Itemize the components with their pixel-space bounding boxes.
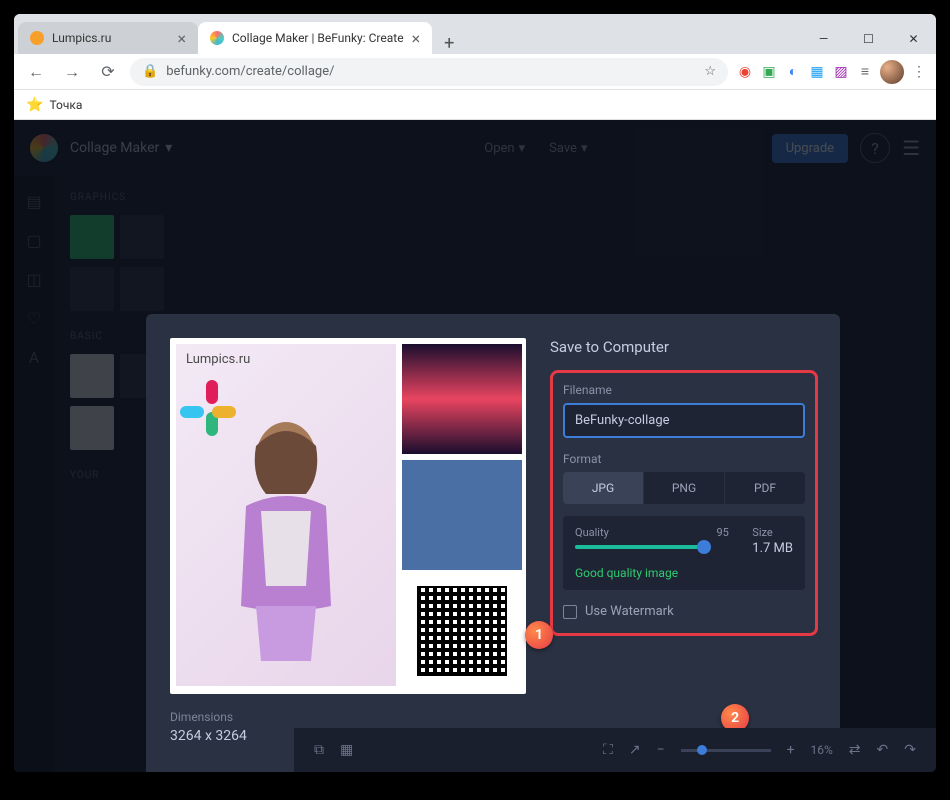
- new-tab-button[interactable]: +: [432, 33, 466, 54]
- preview-main-tile: Lumpics.ru: [176, 344, 396, 686]
- star-icon[interactable]: ☆: [704, 64, 716, 79]
- fit-icon[interactable]: ⛶: [603, 742, 613, 758]
- reload-button[interactable]: ⟳: [94, 58, 122, 86]
- format-label: Format: [563, 452, 805, 466]
- ext-icon-4[interactable]: ▦: [808, 63, 826, 81]
- dimensions-label: Dimensions: [170, 710, 526, 724]
- bookmarks-bar: ⭐ Точка: [14, 90, 936, 120]
- slider-thumb[interactable]: [697, 540, 711, 554]
- preview-watermark: Lumpics.ru: [186, 352, 250, 367]
- modal-title: Save to Computer: [550, 338, 818, 356]
- zoom-slider[interactable]: [681, 749, 771, 752]
- size-label: Size: [752, 526, 793, 539]
- watermark-checkbox-row[interactable]: Use Watermark: [563, 604, 805, 619]
- bottom-toolbar: ⧉ ▦ ⛶ ↗ − + 16% ⇄ ↶ ↷: [294, 728, 936, 772]
- forward-button[interactable]: →: [58, 58, 86, 86]
- grid-icon[interactable]: ▦: [340, 742, 353, 758]
- zoom-in-icon[interactable]: +: [787, 742, 795, 758]
- menu-icon[interactable]: ⋮: [910, 63, 928, 81]
- favicon-lumpics: [30, 31, 44, 45]
- preview-tile-blueprint: [402, 460, 522, 570]
- callout-region-1: Filename Format JPG PNG PDF Qualit: [550, 370, 818, 636]
- browser-titlebar: Lumpics.ru × Collage Maker | BeFunky: Cr…: [14, 14, 936, 54]
- bookmark-label: Точка: [49, 98, 82, 112]
- tab-inactive-title: Lumpics.ru: [52, 31, 111, 45]
- tab-active-title: Collage Maker | BeFunky: Create: [232, 31, 404, 45]
- folder-icon: ⭐: [26, 97, 43, 113]
- zoom-thumb[interactable]: [697, 745, 707, 755]
- layers-icon[interactable]: ⧉: [314, 742, 324, 758]
- close-button[interactable]: ✕: [891, 24, 936, 54]
- preview-tile-qr: [402, 576, 522, 686]
- app-content: Collage Maker ▾ Open ▾ Save ▾ Upgrade ? …: [14, 120, 936, 772]
- window-controls: — ☐ ✕: [801, 24, 936, 54]
- redo-icon[interactable]: ↷: [904, 742, 916, 758]
- preview-tile-city: [402, 344, 522, 454]
- save-modal: Lumpics.ru: [146, 314, 840, 772]
- minimize-button[interactable]: —: [801, 24, 846, 54]
- format-tab-png[interactable]: PNG: [644, 472, 725, 504]
- format-tab-jpg[interactable]: JPG: [563, 472, 644, 504]
- url-text: befunky.com/create/collage/: [166, 64, 334, 79]
- undo-icon[interactable]: ↶: [877, 742, 889, 758]
- ext-icon-5[interactable]: ▨: [832, 63, 850, 81]
- preview-image: Lumpics.ru: [170, 338, 526, 694]
- callout-1: 1: [525, 621, 553, 649]
- quality-value: 95: [716, 526, 728, 539]
- lock-icon: 🔒: [142, 64, 158, 79]
- url-input[interactable]: 🔒 befunky.com/create/collage/ ☆: [130, 58, 728, 86]
- filename-input[interactable]: [563, 403, 805, 438]
- tab-active[interactable]: Collage Maker | BeFunky: Create ×: [198, 22, 432, 54]
- shuffle-icon[interactable]: ⇄: [849, 742, 861, 758]
- ext-icon-3[interactable]: ◐: [784, 63, 802, 81]
- address-bar: ← → ⟳ 🔒 befunky.com/create/collage/ ☆ ◉ …: [14, 54, 936, 90]
- size-value: 1.7 MB: [752, 541, 793, 556]
- form-pane: Save to Computer Filename Format JPG PNG…: [550, 314, 840, 772]
- browser-window: Lumpics.ru × Collage Maker | BeFunky: Cr…: [14, 14, 936, 772]
- ext-icon-2[interactable]: ▣: [760, 63, 778, 81]
- preview-pane: Lumpics.ru: [146, 314, 550, 772]
- zoom-value: 16%: [811, 743, 833, 757]
- quality-slider[interactable]: [575, 545, 705, 549]
- bookmark-item[interactable]: ⭐ Точка: [26, 97, 82, 113]
- tab-close-icon[interactable]: ×: [412, 29, 421, 48]
- quality-box: Quality 95 Size 1.7 MB: [563, 516, 805, 590]
- expand-icon[interactable]: ↗: [629, 742, 641, 758]
- back-button[interactable]: ←: [22, 58, 50, 86]
- illustration-figure: [206, 406, 366, 686]
- filename-label: Filename: [563, 383, 805, 397]
- ext-icon-1[interactable]: ◉: [736, 63, 754, 81]
- extension-icons: ◉ ▣ ◐ ▦ ▨ ≡ ⋮: [736, 60, 928, 84]
- maximize-button[interactable]: ☐: [846, 24, 891, 54]
- quality-label: Quality: [575, 526, 705, 539]
- watermark-checkbox[interactable]: [563, 605, 577, 619]
- ext-icon-6[interactable]: ≡: [856, 63, 874, 81]
- qr-code-icon: [417, 586, 507, 676]
- quality-message: Good quality image: [575, 566, 793, 580]
- format-tab-pdf[interactable]: PDF: [725, 472, 805, 504]
- tab-close-icon[interactable]: ×: [177, 29, 186, 48]
- watermark-label: Use Watermark: [585, 604, 674, 619]
- zoom-out-icon[interactable]: −: [657, 742, 665, 758]
- profile-avatar[interactable]: [880, 60, 904, 84]
- favicon-befunky: [210, 31, 224, 45]
- format-tabs: JPG PNG PDF: [563, 472, 805, 504]
- tab-inactive[interactable]: Lumpics.ru ×: [18, 22, 198, 54]
